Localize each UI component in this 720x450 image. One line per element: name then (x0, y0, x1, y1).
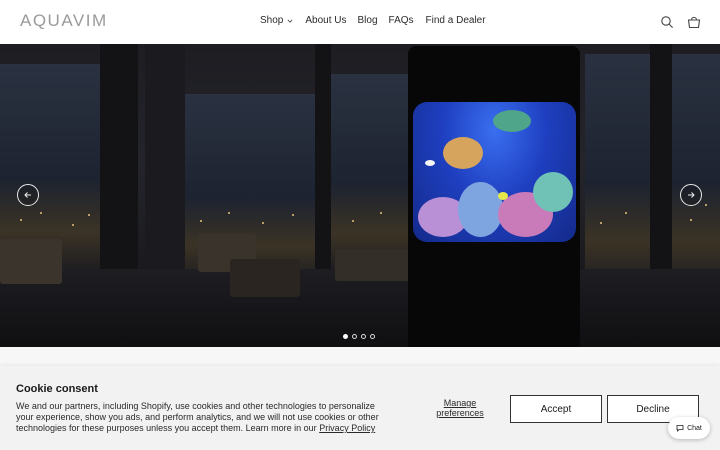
city-light (72, 224, 74, 226)
cart-icon[interactable] (687, 15, 701, 29)
city-light (352, 220, 354, 222)
chat-label: Chat (687, 424, 702, 432)
cookie-consent-banner: Cookie consent We and our partners, incl… (0, 366, 720, 450)
city-light (262, 222, 264, 224)
city-light (88, 214, 90, 216)
nav-item-about-us[interactable]: About Us (305, 15, 346, 26)
hero-slideshow (0, 44, 720, 347)
window-panel (330, 74, 410, 274)
previous-slide-button[interactable] (17, 184, 39, 206)
side-table (230, 259, 300, 297)
privacy-policy-link[interactable]: Privacy Policy (319, 423, 375, 433)
city-light (40, 212, 42, 214)
fish (498, 192, 508, 200)
arrow-right-icon (688, 192, 695, 198)
logo[interactable]: AQUAVIM (20, 11, 108, 31)
city-light (292, 214, 294, 216)
coral (493, 110, 531, 132)
nav-item-label: FAQs (388, 15, 414, 26)
nav-item-find-a-dealer[interactable]: Find a Dealer (426, 15, 486, 26)
coral (458, 182, 503, 237)
arrow-left-icon (24, 192, 31, 198)
nav-item-label: Blog (357, 15, 378, 26)
chevron-down-icon (287, 18, 293, 23)
chat-button[interactable]: Chat (668, 417, 710, 439)
slide-dot[interactable] (370, 334, 375, 339)
nav-item-label: Shop (260, 15, 284, 26)
city-light (625, 212, 627, 214)
nav-item-shop[interactable]: Shop (260, 15, 293, 26)
city-light (200, 220, 202, 222)
coral (443, 137, 483, 169)
manage-preferences-link[interactable]: Manage preferences (431, 398, 489, 418)
city-light (705, 204, 707, 206)
nav-item-faqs[interactable]: FAQs (389, 15, 414, 26)
city-light (228, 212, 230, 214)
coral (533, 172, 573, 212)
slide-pagination (343, 334, 375, 339)
cookie-text: We and our partners, including Shopify, … (16, 401, 388, 434)
sofa (335, 249, 410, 281)
chat-bubble-icon (676, 425, 684, 432)
city-light (600, 222, 602, 224)
cookie-title: Cookie consent (16, 383, 98, 395)
city-light (380, 212, 382, 214)
slide-dot[interactable] (361, 334, 366, 339)
city-light (20, 219, 22, 221)
site-header: AQUAVIM Shop About Us Blog FAQs Find a D… (0, 0, 720, 44)
aquarium-tank (413, 102, 576, 242)
next-slide-button[interactable] (680, 184, 702, 206)
fish (425, 160, 435, 166)
main-nav: Shop About Us Blog FAQs Find a Dealer (260, 15, 486, 26)
slide-dot[interactable] (343, 334, 348, 339)
lounge-chair (0, 239, 62, 284)
accept-button[interactable]: Accept (510, 395, 602, 423)
city-light (690, 219, 692, 221)
search-icon[interactable] (660, 15, 674, 29)
nav-item-label: Find a Dealer (425, 15, 486, 26)
slide-dot[interactable] (352, 334, 357, 339)
nav-item-label: About Us (305, 15, 347, 26)
nav-item-blog[interactable]: Blog (358, 15, 378, 26)
